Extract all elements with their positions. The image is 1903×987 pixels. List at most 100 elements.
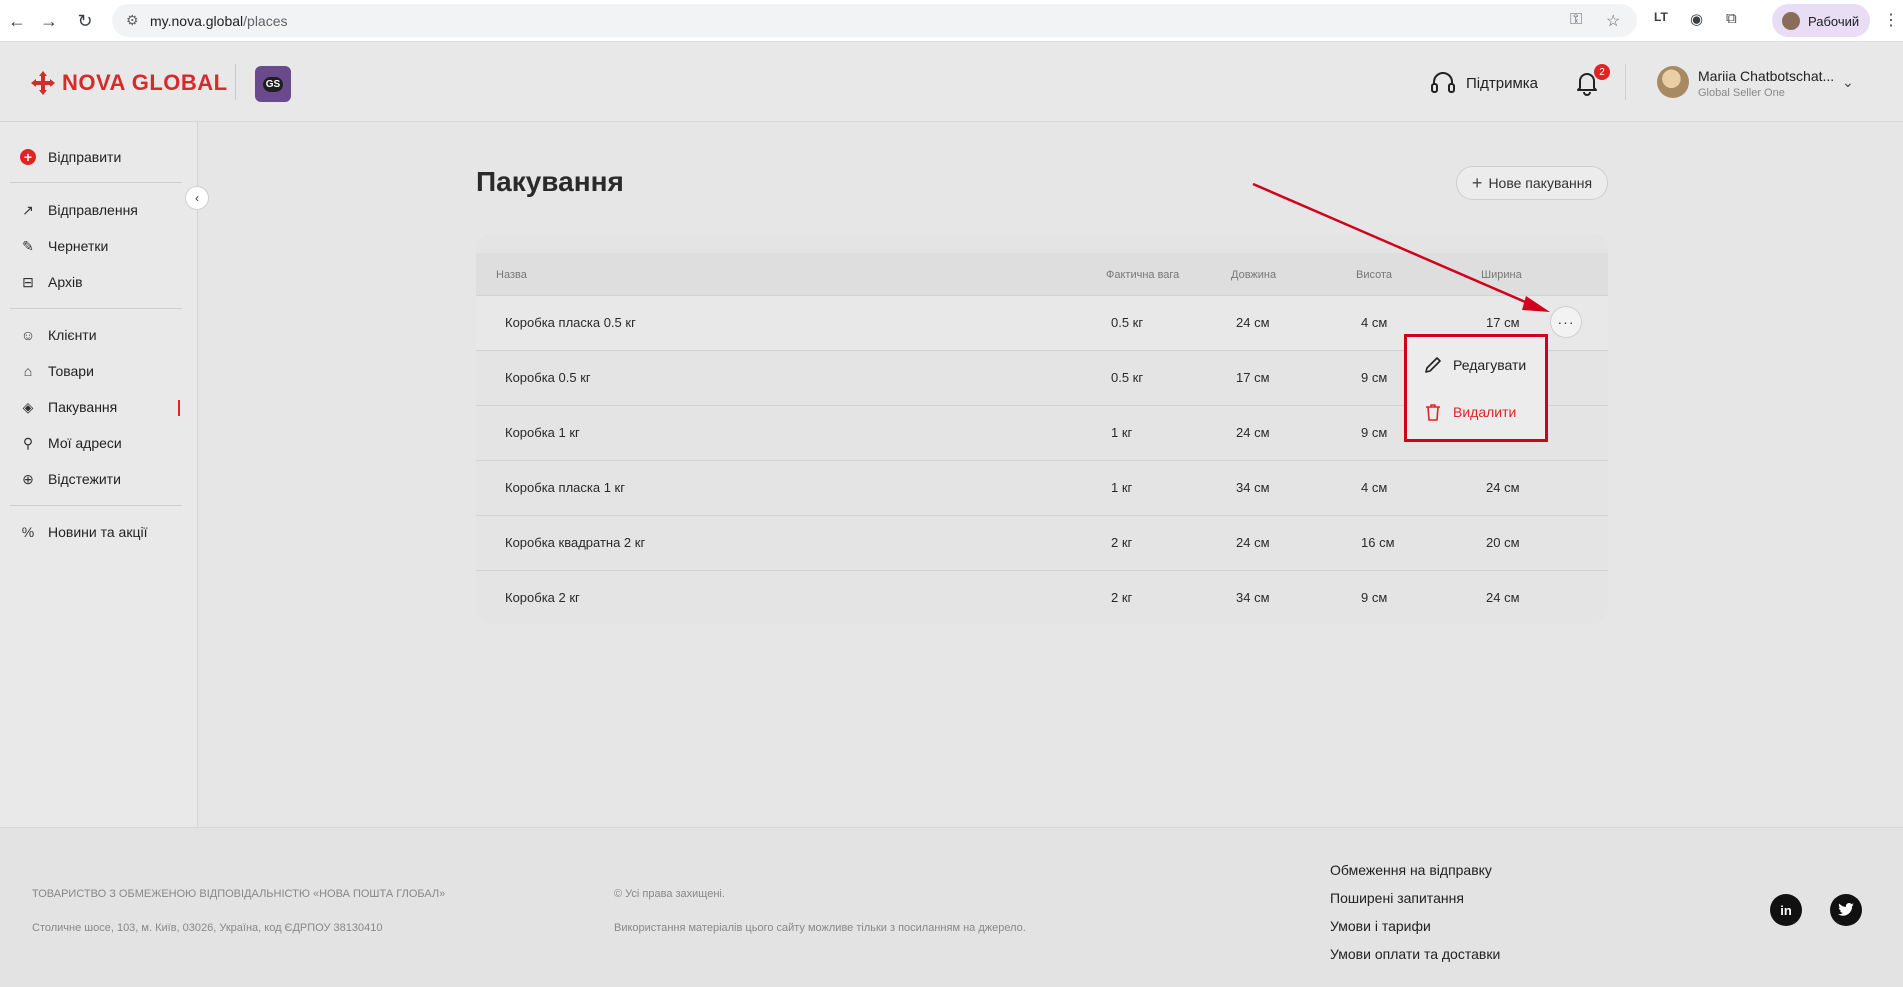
extensions-icon[interactable]: ⧉ bbox=[1726, 10, 1737, 27]
sidebar-item-goods[interactable]: ⌂ Товари bbox=[20, 360, 180, 382]
cell-weight: 1 кг bbox=[1111, 480, 1133, 495]
column-header-name: Назва bbox=[496, 269, 527, 281]
sidebar-item-label: Клієнти bbox=[48, 327, 97, 343]
logo-divider bbox=[235, 64, 236, 100]
track-icon: ⊕ bbox=[22, 470, 34, 487]
sidebar-item-send[interactable]: + Відправити bbox=[20, 146, 180, 168]
cell-length: 24 см bbox=[1236, 315, 1270, 330]
cell-length: 24 см bbox=[1236, 425, 1270, 440]
sidebar-item-label: Чернетки bbox=[48, 238, 109, 254]
cell-length: 34 см bbox=[1236, 480, 1270, 495]
logo-text[interactable]: NOVA GLOBAL bbox=[62, 70, 228, 96]
sidebar-item-news[interactable]: % Новини та акції bbox=[20, 521, 180, 543]
profile-avatar bbox=[1782, 12, 1800, 30]
footer-address: Столичне шосе, 103, м. Київ, 03026, Укра… bbox=[32, 922, 383, 934]
percent-icon: % bbox=[21, 524, 35, 540]
browser-profile-chip[interactable]: Рабочий bbox=[1772, 4, 1870, 37]
gs-badge[interactable]: GS bbox=[255, 66, 291, 102]
footer-company: ТОВАРИСТВО З ОБМЕЖЕНОЮ ВІДПОВІДАЛЬНІСТЮ … bbox=[32, 888, 446, 900]
page-title: Пакування bbox=[476, 166, 624, 197]
cell-name: Коробка 2 кг bbox=[505, 590, 580, 605]
delete-menu-item[interactable]: Видалити bbox=[1423, 400, 1516, 424]
support-link[interactable]: Підтримка bbox=[1430, 70, 1538, 96]
app-header: NOVA GLOBAL GS Підтримка 2 Mariia Chatbo… bbox=[0, 42, 1903, 122]
cell-name: Коробка 0.5 кг bbox=[505, 370, 591, 385]
new-packaging-button[interactable]: + Нове пакування bbox=[1456, 166, 1608, 200]
footer-link-faq[interactable]: Поширені запитання bbox=[1330, 890, 1464, 906]
extension-lt-icon[interactable]: LT bbox=[1654, 10, 1668, 24]
column-header-height: Висота bbox=[1356, 269, 1393, 281]
footer-link-tariffs[interactable]: Умови і тарифи bbox=[1330, 918, 1431, 934]
cell-height: 9 см bbox=[1361, 370, 1388, 385]
footer-rights: © Усі права захищені. bbox=[614, 888, 725, 900]
archive-icon: ⊟ bbox=[22, 273, 34, 290]
footer-usage: Використання матеріалів цього сайту можл… bbox=[614, 922, 1026, 934]
twitter-icon[interactable] bbox=[1830, 894, 1862, 926]
reload-icon[interactable]: ↻ bbox=[72, 8, 98, 34]
cell-width: 17 см bbox=[1486, 315, 1520, 330]
footer-link-payment[interactable]: Умови оплати та доставки bbox=[1330, 946, 1500, 962]
star-icon[interactable]: ☆ bbox=[1606, 11, 1620, 31]
cell-length: 24 см bbox=[1236, 535, 1270, 550]
back-icon[interactable]: ← bbox=[4, 8, 30, 34]
forward-icon[interactable]: → bbox=[36, 8, 62, 34]
sidebar-item-label: Товари bbox=[48, 363, 94, 379]
table-header: Назва Фактична вага Довжина Висота Ширин… bbox=[476, 253, 1608, 295]
chevron-down-icon[interactable]: ⌄ bbox=[1842, 74, 1854, 91]
chevron-left-icon: ‹ bbox=[195, 191, 199, 205]
arrow-up-right-icon: ↗ bbox=[22, 201, 34, 218]
sidebar-item-label: Відправлення bbox=[48, 202, 138, 218]
cell-width: 20 см bbox=[1486, 535, 1520, 550]
browser-toolbar: ← → ↻ ⚙ my.nova.global/places ⚿ ☆ LT ◉ ⧉… bbox=[0, 0, 1903, 42]
twitter-bird-icon bbox=[1838, 903, 1854, 916]
profile-label: Рабочий bbox=[1808, 14, 1860, 29]
pencil-icon bbox=[1425, 357, 1441, 373]
cell-height: 9 см bbox=[1361, 590, 1388, 605]
table-row[interactable]: Коробка квадратна 2 кг 2 кг 24 см 16 см … bbox=[476, 515, 1608, 570]
row-actions-button[interactable]: ··· bbox=[1550, 306, 1582, 338]
sidebar-item-drafts[interactable]: ✎ Чернетки bbox=[20, 235, 180, 257]
sidebar-item-label: Відстежити bbox=[48, 471, 121, 487]
site-info-icon[interactable]: ⚙ bbox=[126, 12, 139, 29]
sidebar-item-packaging[interactable]: ◈ Пакування bbox=[20, 396, 180, 418]
sidebar-item-archive[interactable]: ⊟ Архів bbox=[20, 271, 180, 293]
url-host: my.nova.global bbox=[150, 13, 244, 29]
more-horizontal-icon: ··· bbox=[1557, 314, 1575, 330]
location-user-icon: ⚲ bbox=[22, 434, 34, 451]
linkedin-icon[interactable]: in bbox=[1770, 894, 1802, 926]
user-icon: ☺ bbox=[20, 327, 36, 343]
sidebar-item-my-addresses[interactable]: ⚲ Мої адреси bbox=[20, 432, 180, 454]
footer-link-restrictions[interactable]: Обмеження на відправку bbox=[1330, 862, 1492, 878]
new-packaging-label: Нове пакування bbox=[1488, 175, 1593, 191]
cell-weight: 2 кг bbox=[1111, 590, 1133, 605]
trash-icon bbox=[1426, 404, 1440, 421]
nova-logo-icon[interactable] bbox=[30, 70, 56, 96]
cell-height: 16 см bbox=[1361, 535, 1395, 550]
sidebar-item-shipments[interactable]: ↗ Відправлення bbox=[20, 199, 180, 221]
sidebar-item-clients[interactable]: ☺ Клієнти bbox=[20, 324, 180, 346]
key-icon[interactable]: ⚿ bbox=[1570, 11, 1582, 29]
user-avatar[interactable] bbox=[1657, 66, 1689, 98]
cell-name: Коробка 1 кг bbox=[505, 425, 580, 440]
browser-menu-icon[interactable]: ⋮ bbox=[1883, 10, 1899, 30]
url-text[interactable]: my.nova.global/places bbox=[150, 13, 288, 29]
column-header-weight: Фактична вага bbox=[1106, 269, 1180, 281]
sidebar-item-label: Новини та акції bbox=[48, 524, 148, 540]
sidebar-divider bbox=[10, 505, 182, 506]
table-row[interactable]: Коробка пласка 1 кг 1 кг 34 см 4 см 24 с… bbox=[476, 460, 1608, 515]
table-row[interactable]: Коробка 2 кг 2 кг 34 см 9 см 24 см bbox=[476, 570, 1608, 624]
cell-length: 34 см bbox=[1236, 590, 1270, 605]
cell-weight: 0.5 кг bbox=[1111, 315, 1144, 330]
camera-icon[interactable]: ◉ bbox=[1690, 10, 1703, 28]
sidebar-item-track[interactable]: ⊕ Відстежити bbox=[20, 468, 180, 490]
edit-menu-item[interactable]: Редагувати bbox=[1423, 353, 1526, 377]
box-icon: ◈ bbox=[22, 398, 34, 415]
cell-height: 9 см bbox=[1361, 425, 1388, 440]
address-bar[interactable]: ⚙ my.nova.global/places ⚿ ☆ bbox=[112, 4, 1637, 37]
cell-width: 24 см bbox=[1486, 590, 1520, 605]
support-label: Підтримка bbox=[1466, 74, 1539, 92]
sidebar-collapse-button[interactable]: ‹ bbox=[185, 186, 209, 210]
user-name[interactable]: Mariia Chatbotschat... bbox=[1698, 68, 1834, 84]
sidebar-item-label: Відправити bbox=[48, 149, 122, 165]
edit-label: Редагувати bbox=[1453, 357, 1527, 373]
